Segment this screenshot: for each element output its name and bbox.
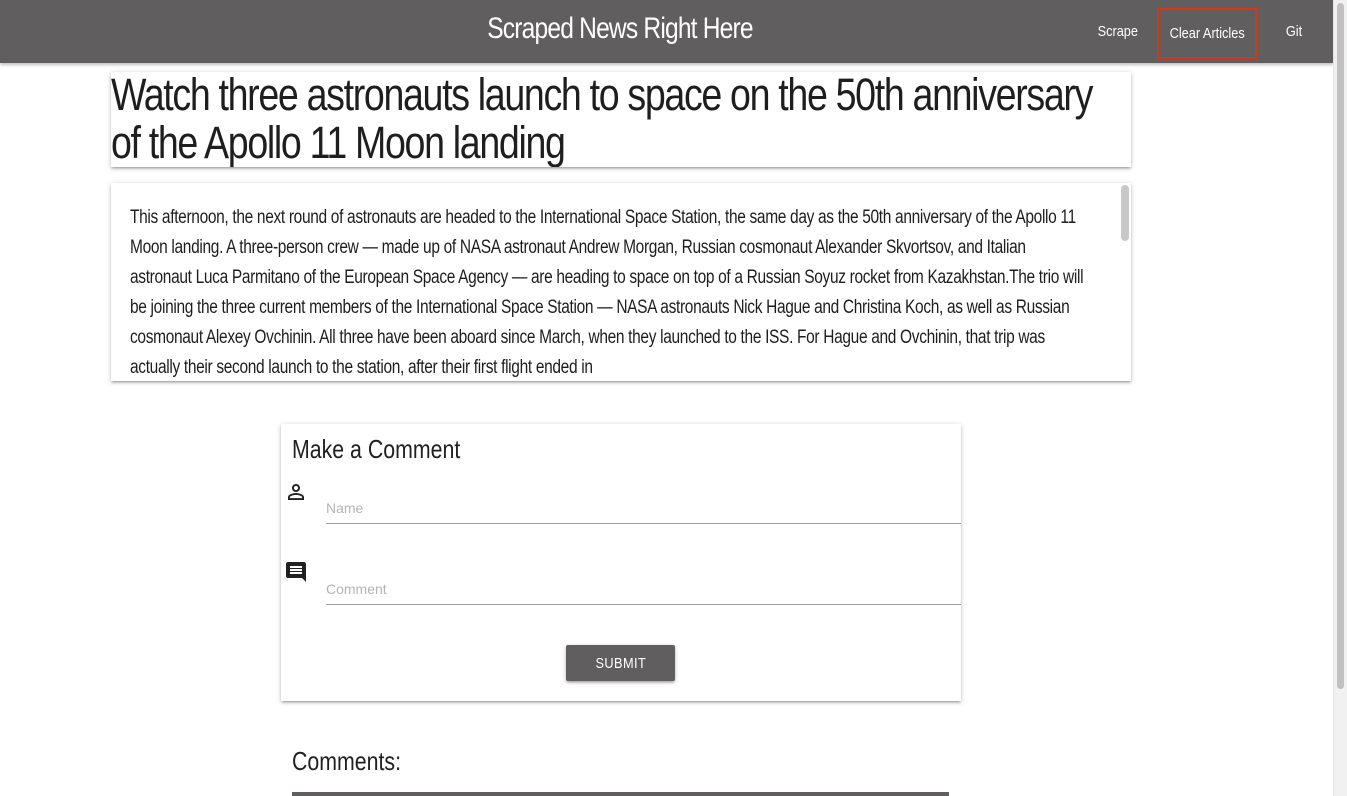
git-repo-link[interactable]: Git Repo [1266, 0, 1322, 103]
comments-divider [292, 792, 949, 796]
page-scrollbar-thumb[interactable] [1337, 3, 1344, 689]
article-body: This afternoon, the next round of astron… [130, 207, 1084, 378]
article-body-card: This afternoon, the next round of astron… [111, 183, 1131, 381]
article-title-card: Watch three astronauts launch to space o… [111, 72, 1131, 167]
clear-articles-link[interactable]: Clear Articles [1157, 8, 1257, 59]
comment-input[interactable] [326, 574, 961, 604]
comments-heading: Comments: [292, 746, 401, 776]
name-input[interactable] [326, 493, 961, 523]
brand-title[interactable]: Scraped News Right Here [112, 12, 1129, 46]
person-icon [288, 484, 304, 500]
comment-form-card: Make a Comment Submit [281, 424, 961, 701]
chat-icon [286, 562, 306, 582]
navbar: Scraped News Right Here Scrape Clear Art… [0, 0, 1333, 103]
comment-field[interactable] [326, 574, 961, 605]
submit-button[interactable]: Submit [566, 645, 675, 681]
article-title: Watch three astronauts launch to space o… [111, 72, 1093, 167]
scrape-link[interactable]: Scrape [1094, 0, 1142, 63]
name-field[interactable] [326, 493, 961, 524]
comment-form-title: Make a Comment [292, 434, 461, 464]
article-body-scrollbar[interactable] [1121, 185, 1129, 241]
